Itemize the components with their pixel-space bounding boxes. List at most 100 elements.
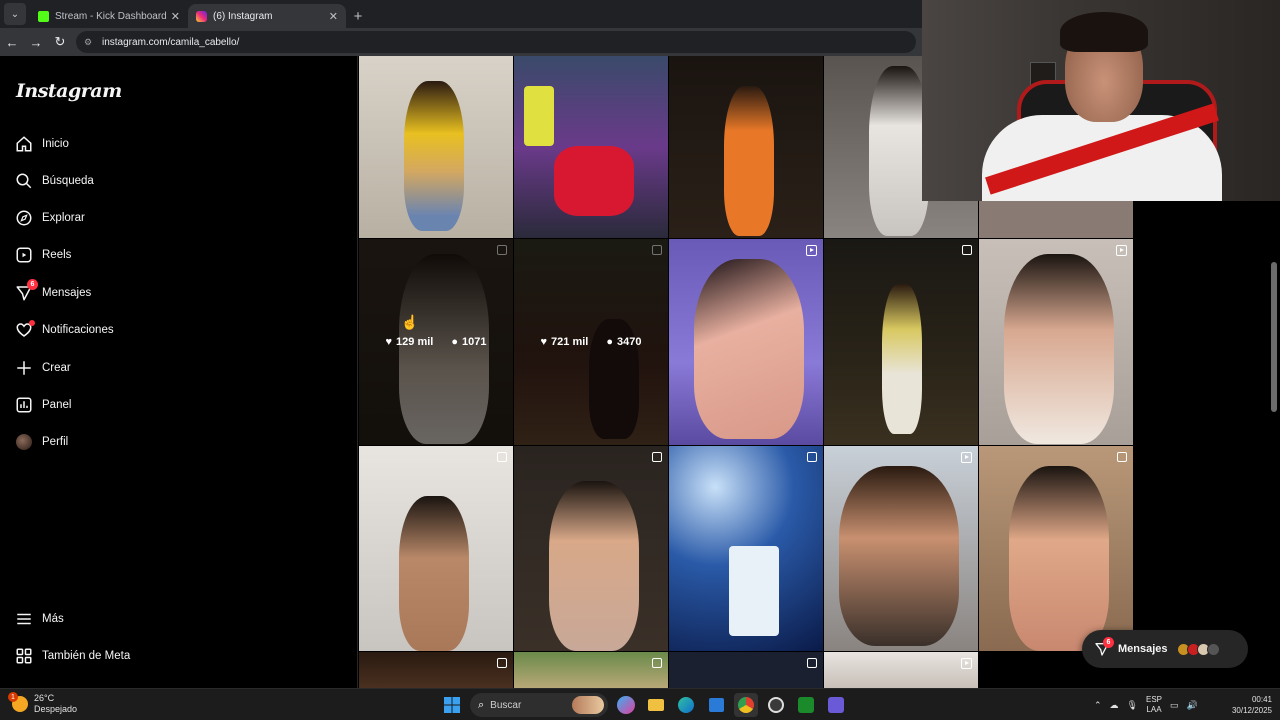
display-icon[interactable]: ▭ — [1170, 700, 1179, 711]
page-right-gutter — [1134, 201, 1280, 688]
messages-label: Mensajes — [1118, 643, 1168, 655]
comments-count: 3470 — [617, 336, 642, 348]
meta-icon — [14, 646, 34, 666]
chrome-icon[interactable] — [734, 693, 758, 717]
sidebar-item-mensajes[interactable]: 6 Mensajes — [14, 278, 91, 308]
home-icon — [14, 134, 34, 154]
sidebar-item-label: También de Meta — [42, 650, 131, 662]
app-icon[interactable] — [824, 693, 848, 717]
post-tile[interactable] — [824, 652, 978, 688]
close-icon[interactable]: ✕ — [171, 10, 180, 23]
sidebar-item-perfil[interactable]: Perfil — [14, 427, 68, 457]
post-tile-hovered[interactable]: ♥ 721 mil ● 3470 — [514, 239, 668, 445]
carousel-icon — [497, 658, 507, 668]
start-button[interactable] — [440, 693, 464, 717]
post-tile[interactable] — [669, 446, 823, 651]
chevron-up-icon[interactable]: ⌃ — [1094, 700, 1102, 711]
comment-icon: ● — [451, 336, 458, 348]
post-tile[interactable] — [669, 652, 823, 688]
post-tile[interactable] — [514, 446, 668, 651]
file-explorer-icon[interactable] — [644, 693, 668, 717]
new-tab-button[interactable]: + — [346, 4, 370, 28]
comments-count: 1071 — [462, 336, 487, 348]
sidebar-item-busqueda[interactable]: Búsqueda — [14, 166, 94, 196]
network-icon[interactable]: ☁ — [1110, 700, 1119, 711]
post-tile[interactable] — [359, 56, 513, 238]
tab-kick[interactable]: Stream - Kick Dashboard ✕ — [30, 4, 188, 28]
carousel-icon — [1117, 452, 1127, 462]
sidebar-item-label: Inicio — [42, 138, 69, 150]
sidebar-item-label: Más — [42, 613, 64, 625]
instagram-logo[interactable]: Instagram — [16, 80, 122, 102]
post-hover-stats: ♥ 129 mil ● 1071 — [359, 239, 513, 445]
carousel-icon — [807, 452, 817, 462]
weather-desc: Despejado — [34, 704, 78, 714]
xbox-icon[interactable] — [794, 693, 818, 717]
carousel-icon — [807, 658, 817, 668]
microphone-icon[interactable]: 🎙 — [1127, 700, 1138, 711]
taskbar-search[interactable]: ⌕ Buscar — [470, 693, 608, 717]
carousel-icon — [652, 452, 662, 462]
close-icon[interactable]: ✕ — [329, 10, 338, 23]
weather-badge: 1 — [8, 692, 18, 702]
post-tile-hovered[interactable]: ♥ 129 mil ● 1071 — [359, 239, 513, 445]
screen: ⌄ Stream - Kick Dashboard ✕ (6) Instagra… — [0, 0, 1280, 720]
search-highlight-image — [572, 696, 604, 714]
heart-icon: ♥ — [540, 336, 548, 348]
recent-chat-avatars — [1176, 642, 1220, 656]
unread-badge: 6 — [1103, 637, 1114, 648]
forward-button[interactable]: → — [24, 30, 48, 54]
tab-instagram[interactable]: (6) Instagram ✕ — [188, 4, 346, 28]
tab-search-button[interactable]: ⌄ — [4, 3, 26, 25]
clock[interactable]: 00:41 30/12/2025 — [1222, 694, 1272, 716]
menu-icon — [14, 609, 34, 629]
url-text: instagram.com/camila_cabello/ — [102, 36, 240, 48]
volume-icon[interactable]: 🔊 — [1187, 700, 1198, 711]
sidebar-item-panel[interactable]: Panel — [14, 390, 71, 420]
post-tile[interactable] — [359, 652, 513, 688]
sidebar-item-label: Reels — [42, 249, 72, 261]
site-info-icon[interactable]: ⚙ — [84, 37, 96, 47]
sidebar-item-label: Perfil — [42, 436, 69, 448]
messenger-icon: 6 — [14, 279, 38, 303]
post-tile[interactable] — [514, 56, 668, 238]
post-tile[interactable] — [359, 446, 513, 651]
post-tile[interactable] — [979, 201, 1133, 238]
back-button[interactable]: ← — [0, 30, 24, 54]
sidebar-item-explorar[interactable]: Explorar — [14, 203, 85, 233]
address-bar[interactable]: ⚙ instagram.com/camila_cabello/ — [76, 31, 916, 53]
language-indicator[interactable]: ESP LAA — [1146, 695, 1162, 715]
likes-count: 129 mil — [396, 336, 434, 348]
reload-button[interactable]: ↻ — [48, 30, 72, 54]
post-tile[interactable] — [979, 446, 1133, 651]
tab-title: (6) Instagram — [213, 10, 273, 22]
scrollbar[interactable] — [1271, 262, 1277, 412]
weather-widget[interactable]: 1 26°C Despejado — [8, 692, 78, 715]
post-tile[interactable] — [824, 446, 978, 651]
copilot-icon[interactable] — [617, 696, 635, 714]
sidebar-item-crear[interactable]: Crear — [14, 353, 71, 383]
post-hover-stats: ♥ 721 mil ● 3470 — [514, 239, 668, 445]
search-placeholder: Buscar — [490, 699, 522, 711]
system-tray: ⌃ ☁ 🎙 ESP LAA ▭ 🔊 — [1094, 689, 1198, 720]
sidebar-item-inicio[interactable]: Inicio — [14, 129, 69, 159]
post-tile[interactable] — [824, 239, 978, 445]
sidebar-item-mas[interactable]: Más — [14, 604, 64, 634]
instagram-sidebar: Instagram Inicio Búsqueda Explorar Reels — [0, 56, 358, 688]
messages-floating-button[interactable]: 6 Mensajes — [1082, 630, 1248, 668]
sidebar-item-tambien-de-meta[interactable]: También de Meta — [14, 641, 130, 671]
store-icon[interactable] — [704, 693, 728, 717]
sidebar-item-reels[interactable]: Reels — [14, 240, 71, 270]
post-tile[interactable] — [514, 652, 668, 688]
sidebar-item-label: Búsqueda — [42, 175, 94, 187]
sidebar-item-notificaciones[interactable]: Notificaciones — [14, 315, 114, 345]
obs-icon[interactable] — [764, 693, 788, 717]
edge-icon[interactable] — [674, 693, 698, 717]
post-tile[interactable] — [669, 239, 823, 445]
carousel-icon — [652, 658, 662, 668]
post-tile[interactable] — [979, 239, 1133, 445]
clock-time: 00:41 — [1251, 695, 1272, 704]
post-tile[interactable] — [669, 56, 823, 238]
sidebar-item-label: Notificaciones — [42, 324, 114, 336]
profile-avatar — [14, 432, 34, 452]
